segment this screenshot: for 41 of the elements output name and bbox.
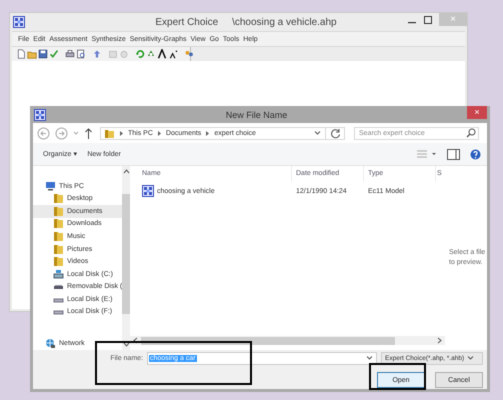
maximize-icon[interactable] (423, 14, 433, 24)
folder-icon (53, 244, 64, 255)
chevron-icon (119, 130, 124, 136)
chevron-icon (156, 130, 162, 136)
folder-icon (53, 231, 64, 242)
dialog-title: New File Name (224, 110, 288, 120)
computer-icon (45, 180, 56, 192)
scroll-thumb[interactable] (122, 194, 130, 314)
new-document-icon[interactable] (16, 49, 26, 59)
scrollbar[interactable] (122, 166, 130, 350)
dropdown-icon[interactable] (467, 355, 474, 361)
refresh-icon[interactable] (330, 128, 341, 138)
folder-icon (53, 256, 64, 268)
chevron-icon (205, 130, 210, 136)
preview-pane-icon[interactable] (447, 148, 460, 160)
scrollbar[interactable] (130, 336, 445, 345)
scroll-down-icon[interactable] (122, 342, 130, 347)
printer-icon[interactable] (65, 49, 75, 59)
folder-icon (53, 206, 64, 217)
close-button[interactable]: × (467, 106, 487, 119)
window-title: Expert Choice \choosing a vehicle.ahp (154, 16, 338, 28)
scroll-left-icon[interactable] (133, 337, 138, 344)
refresh-icon[interactable] (135, 49, 145, 59)
dropdown-icon[interactable] (314, 130, 321, 136)
app-icon (142, 185, 154, 197)
print-preview-icon[interactable] (76, 49, 86, 59)
scroll-up-icon[interactable] (122, 169, 130, 174)
scroll-right-icon[interactable] (437, 337, 442, 344)
folder-icon (104, 128, 115, 138)
folder-icon (53, 218, 64, 230)
drive-icon (53, 268, 64, 280)
app-icon (34, 108, 46, 120)
dropdown-icon[interactable] (366, 355, 373, 361)
help-icon[interactable] (470, 148, 481, 160)
up-arrow-icon[interactable] (84, 128, 93, 138)
app-icon (13, 16, 25, 28)
save-icon[interactable] (38, 49, 48, 59)
highlight-frame (369, 363, 426, 390)
search-icon[interactable] (466, 128, 476, 138)
folder-icon (53, 193, 64, 204)
check-icon[interactable] (49, 49, 59, 59)
